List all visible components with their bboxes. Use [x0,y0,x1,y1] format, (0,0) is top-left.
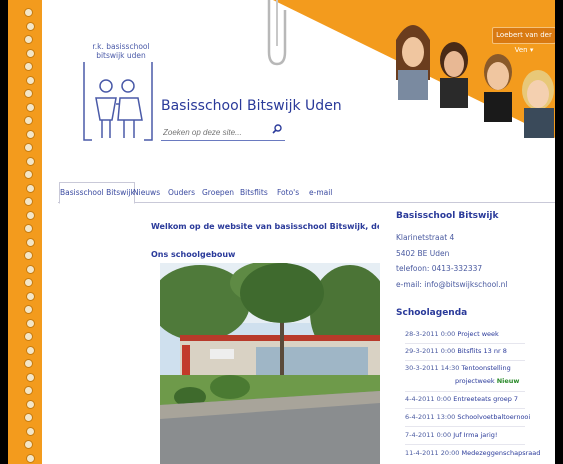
spiral-ring [24,62,33,71]
spiral-ring [26,129,35,139]
spiral-ring [24,197,33,206]
spiral-binding [18,0,46,464]
agenda-title: Schoolagenda [396,308,468,318]
search-icon[interactable] [272,124,282,134]
tab-nieuws[interactable]: Nieuws [133,188,160,197]
spiral-ring [24,116,33,125]
spiral-ring [26,75,35,85]
spiral-ring [24,143,33,152]
spiral-ring [24,35,33,44]
spiral-ring [26,237,35,247]
agenda-item-cont[interactable]: projectweek Nieuw [455,377,519,385]
tab-groepen[interactable]: Groepen [202,188,234,197]
agenda-item[interactable]: 28-3-2011 0:00 Project week [405,330,499,338]
tab-home[interactable]: Basisschool Bitswijk [60,188,135,197]
spiral-ring [24,305,33,314]
tab-bitsflits[interactable]: Bitsflits [240,188,268,197]
spiral-ring [24,8,33,17]
search-input[interactable] [161,124,285,141]
spiral-ring [26,183,35,193]
spiral-ring [26,210,35,220]
agenda-item[interactable]: 30-3-2011 14:30 Tentoonstelling [405,364,511,372]
user-button[interactable]: Loebert van der Ven ▾ [492,27,555,54]
spiral-ring [24,251,33,260]
spiral-ring [26,156,35,166]
spiral-ring [26,21,35,31]
spiral-ring [24,89,33,98]
agenda-item[interactable]: 6-4-2011 13:00 Schoolvoetbaltoernooi [405,413,530,421]
paperclip-icon [267,0,287,66]
spiral-ring [26,264,35,274]
spiral-ring [26,453,35,463]
spiral-ring [26,102,35,112]
spiral-ring [24,413,33,422]
spiral-ring [24,359,33,368]
address-phone: telefoon: 0413-332337 [396,264,483,273]
new-badge: Nieuw [496,377,520,385]
sidebar-title: Basisschool Bitswijk [396,211,499,221]
spiral-ring [24,332,33,341]
spiral-ring [24,224,33,233]
spiral-ring [26,318,35,328]
tab-ouders[interactable]: Ouders [168,188,195,197]
spiral-ring [24,386,33,395]
agenda-item[interactable]: 11-4-2011 20:00 Medezeggenschapsraad [405,449,540,457]
browser-viewport: Loebert van der Ven ▾ r.k. basisschool b… [8,0,555,464]
spiral-ring [26,399,35,409]
logo-caption: r.k. basisschool bitswijk uden [92,42,150,60]
spiral-ring [26,426,35,436]
spiral-ring [26,48,35,58]
agenda-item[interactable]: 7-4-2011 0:00 Juf Irma jarig! [405,431,498,439]
spiral-ring [26,291,35,301]
address-street: Klarinetstraat 4 [396,233,455,242]
spiral-ring [24,170,33,179]
tab-fotos[interactable]: Foto's [277,188,299,197]
spiral-ring [24,278,33,287]
welcome-heading: Welkom op de website van basisschool Bit… [151,222,379,231]
spiral-ring [26,372,35,382]
tab-email[interactable]: e-mail [309,188,332,197]
agenda-item[interactable]: 29-3-2011 0:00 Bitsflits 13 nr 8 [405,347,507,355]
site-title[interactable]: Basisschool Bitswijk Uden [161,98,342,114]
address-email[interactable]: e-mail: info@bitswijkschool.nl [396,280,507,289]
school-building-photo [160,263,380,464]
agenda-item[interactable]: 4-4-2011 0:00 Entreeteats groep 7 [405,395,518,403]
section-heading: Ons schoolgebouw [151,250,236,259]
address-postal: 5402 BE Uden [396,249,450,258]
spiral-ring [24,440,33,449]
spiral-ring [26,345,35,355]
